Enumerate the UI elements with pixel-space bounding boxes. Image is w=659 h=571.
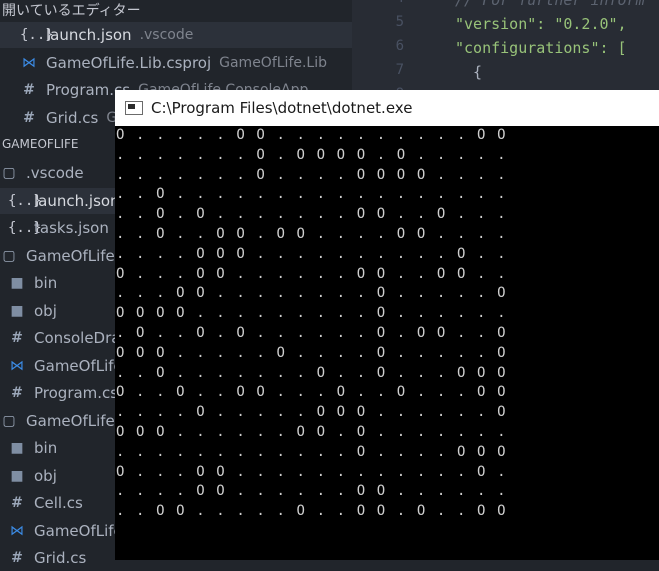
json-file-icon: {..}	[8, 220, 42, 236]
open-editors-title[interactable]: 開いているエディター	[2, 0, 141, 20]
visual-studio-icon: ⋈	[22, 54, 36, 71]
console-grid-row: O . . . O O . . . . . . O O . . O O . .	[116, 265, 508, 282]
console-window-icon	[125, 101, 143, 115]
console-output: O . . . . . O O . . . . . . . . . . O O.…	[115, 126, 659, 560]
file-label: Program.cs	[34, 384, 119, 402]
console-grid-row: . . . . O O . . . . . . O O . . . . . .	[116, 483, 508, 500]
folder-icon: ■	[10, 275, 24, 291]
file-label: launch.json	[46, 26, 132, 44]
file-label: obj	[34, 466, 57, 485]
file-label: tasks.json	[34, 219, 109, 237]
visual-studio-icon: ⋈	[10, 357, 24, 374]
console-grid-row: O . . O . . O O . . . O . . O . . . O O	[116, 384, 508, 401]
file-label: Grid.cs	[34, 549, 87, 567]
console-grid-row: . . . . . . . . . . . . O . . . . O O O	[116, 443, 508, 460]
console-grid-row: . . O . . O O . O O . . . . O O . . . .	[116, 225, 508, 242]
console-grid-row: . . O . . . . . . . . . . . . . . . . .	[116, 186, 508, 203]
console-titlebar[interactable]: C:\Program Files\dotnet\dotnet.exe	[115, 90, 659, 126]
file-label: bin	[34, 439, 58, 457]
visual-studio-icon: ⋈	[10, 522, 24, 539]
console-grid-row: . . O O . . . . . O . . O O . O . . O O	[116, 503, 508, 520]
line-number: 5	[395, 14, 404, 30]
folder-icon: ■	[10, 440, 24, 456]
chevron-icon: ▢	[2, 412, 16, 429]
console-grid-row: O O O O . . . . . . . . . O . . . . . .	[116, 305, 508, 322]
chevron-icon: ▢	[2, 247, 16, 264]
explorer-title[interactable]: GAMEOFLIFE	[2, 137, 79, 151]
file-label: .vscode	[26, 164, 84, 182]
file-label: Grid.cs	[46, 108, 99, 127]
folder-icon: ■	[10, 467, 24, 484]
line-number: 7	[395, 62, 404, 78]
file-label: obj	[34, 301, 57, 320]
file-label: GameOfLife.L	[26, 411, 128, 430]
line-number: 4	[380, 0, 404, 6]
file-label: GameOfLife	[34, 521, 123, 540]
csharp-file-icon: #	[23, 82, 35, 98]
console-grid-row: . . . . O . . . . . O O O . . . . . . O	[116, 404, 508, 421]
json-file-icon: {..}	[8, 192, 42, 209]
csharp-file-icon: #	[11, 330, 23, 346]
console-window[interactable]: C:\Program Files\dotnet\dotnet.exe O . .…	[115, 90, 659, 560]
file-label: ConsoleDra	[34, 329, 121, 347]
file-label: launch.json	[34, 191, 120, 210]
console-grid-row: O O O . . . . . O . . . . O . . . . . O	[116, 344, 508, 361]
code-line: // For further inform	[455, 0, 645, 9]
console-grid-row: O O O . . . . . . O O . O . . . . . . .	[116, 423, 508, 440]
console-grid-row: . . O . . . . . . . O . . O . . . O O O	[116, 364, 508, 381]
console-grid-row: . O . . O . O . . . . . . O . O O . . O	[116, 324, 508, 341]
file-label: GameOfLife	[34, 356, 123, 375]
line-number: 6	[395, 38, 404, 54]
console-grid-row: . . . . . . . O . . . . O O O O . . . .	[116, 166, 508, 183]
console-grid-row: O . . . O O . . . . . . . . . . . . O .	[116, 463, 508, 480]
csharp-file-icon: #	[11, 385, 23, 401]
file-description: GameOfLife.Lib	[219, 54, 328, 71]
csharp-file-icon: #	[23, 109, 35, 126]
console-title: C:\Program Files\dotnet\dotnet.exe	[151, 99, 413, 117]
code-line: {	[455, 63, 483, 81]
console-grid-row: . . . O O . . . . . . . . O . . . . . O	[116, 285, 508, 302]
file-description: .vscode	[139, 27, 194, 43]
csharp-file-icon: #	[11, 550, 23, 566]
file-label: bin	[34, 274, 58, 292]
open-editor-item[interactable]: ⋈ GameOfLife.Lib.csproj GameOfLife.Lib	[0, 50, 372, 76]
open-editor-item[interactable]: {..} launch.json .vscode	[0, 22, 372, 48]
console-grid-row: . . . . O O O . . . . . . . . . . O . .	[116, 245, 508, 262]
json-file-icon: {..}	[20, 27, 54, 43]
code-line: "configurations": [	[455, 39, 627, 57]
chevron-icon: ▢	[2, 165, 16, 181]
csharp-file-icon: #	[11, 495, 23, 511]
console-grid-row: . . . . . . . O . O O O O . O . . . . .	[116, 146, 508, 163]
console-grid-row: O . . . . . O O . . . . . . . . . . O O	[116, 127, 508, 143]
folder-icon: ■	[10, 302, 24, 319]
console-grid-row: . . O . O . . . . . . . O O . . O . . .	[116, 206, 508, 223]
file-label: GameOfLife.Lib.csproj	[46, 53, 212, 72]
file-label: Cell.cs	[34, 494, 83, 512]
code-line: "version": "0.2.0",	[455, 15, 627, 33]
